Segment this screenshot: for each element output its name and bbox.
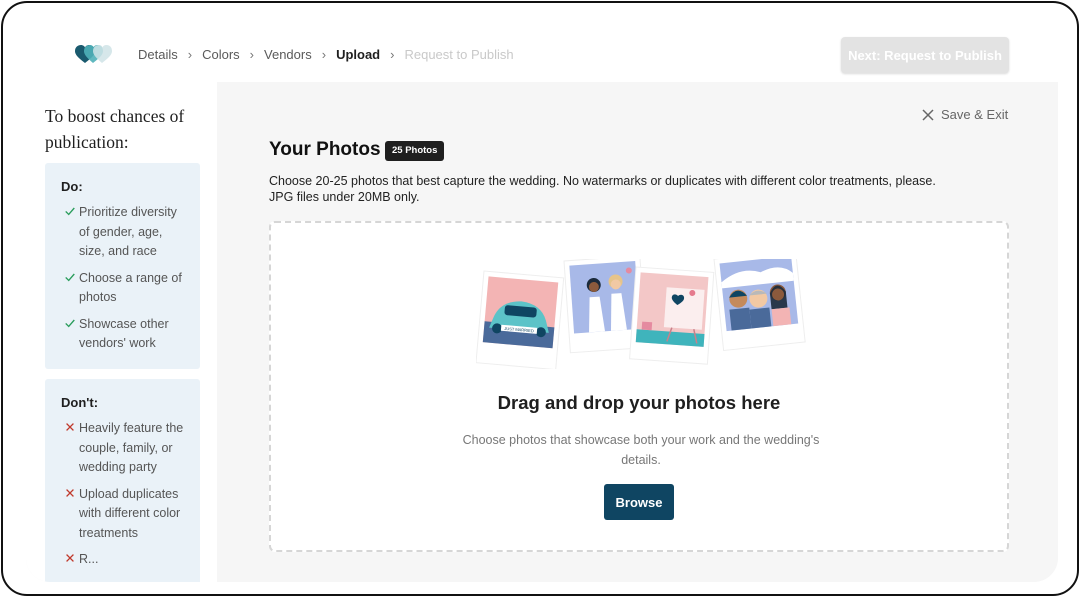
do-tip-text: Choose a range of photos xyxy=(79,270,182,305)
do-tips-box: Do: Prioritize diversity of gender, age,… xyxy=(45,163,200,369)
dropzone-subtitle: Choose photos that showcase both your wo… xyxy=(462,433,820,467)
check-icon xyxy=(65,273,75,281)
instructions-line-1: Choose 20-25 photos that best capture th… xyxy=(269,174,936,188)
breadcrumb-separator: › xyxy=(187,47,193,62)
do-tip-item: Showcase other vendors' work xyxy=(61,315,190,354)
dont-tip-text: R... xyxy=(79,552,99,566)
instructions-line-2: JPG files under 20MB only. xyxy=(269,190,420,204)
dont-tip-item: R... xyxy=(61,550,190,570)
dont-heading: Don't: xyxy=(61,395,99,410)
page-title: Your Photos xyxy=(269,139,381,160)
do-heading: Do: xyxy=(61,179,83,194)
breadcrumb-separator: › xyxy=(390,47,395,62)
breadcrumb-separator: › xyxy=(321,47,327,62)
browse-button[interactable]: Browse xyxy=(604,484,674,520)
breadcrumb-details[interactable]: Details xyxy=(138,47,178,62)
do-tip-text: Showcase other vendors' work xyxy=(79,316,169,351)
breadcrumb-request-to-publish: Request to Publish xyxy=(404,47,514,62)
save-exit-button[interactable]: Save & Exit xyxy=(922,107,1008,122)
do-tip-item: Choose a range of photos xyxy=(61,269,190,308)
app-window: Details › Colors › Vendors › Upload › Re… xyxy=(1,1,1079,596)
next-request-to-publish-button[interactable]: Next: Request to Publish xyxy=(841,37,1009,73)
cross-icon xyxy=(66,423,74,431)
wedding-car-photo: JUST MARRIED xyxy=(476,270,565,369)
breadcrumb-separator: › xyxy=(249,47,255,62)
cross-icon xyxy=(66,554,74,562)
dropzone-title: Drag and drop your photos here xyxy=(497,392,781,413)
close-icon xyxy=(922,108,934,121)
logo-icon[interactable] xyxy=(75,45,113,65)
cross-icon xyxy=(66,488,74,497)
photo-count-badge: 25 Photos xyxy=(385,141,445,161)
upload-instructions: Choose 20-25 photos that best capture th… xyxy=(269,173,989,205)
breadcrumb-colors[interactable]: Colors xyxy=(202,47,240,62)
dont-tip-text: Upload duplicates with different color t… xyxy=(79,486,181,540)
check-icon xyxy=(65,319,75,327)
sidebar-title: To boost chances of publication: xyxy=(45,106,185,152)
dont-tip-item: Upload duplicates with different color t… xyxy=(61,485,190,544)
breadcrumb-upload[interactable]: Upload xyxy=(336,47,380,62)
dont-tip-text: Heavily feature the couple, family, or w… xyxy=(79,421,184,474)
photo-dropzone[interactable]: JUST MARRIED Drag and drop your photos h… xyxy=(269,221,1009,552)
content-area: To boost chances of publication: Do: Pri… xyxy=(26,82,1058,582)
do-tip-text: Prioritize diversity of gender, age, siz… xyxy=(79,205,177,258)
breadcrumb: Details › Colors › Vendors › Upload › Re… xyxy=(138,47,514,62)
dont-tips-box: Don't: Heavily feature the couple, famil… xyxy=(45,379,200,582)
sidebar: To boost chances of publication: Do: Pri… xyxy=(26,82,217,582)
breadcrumb-vendors[interactable]: Vendors xyxy=(264,47,312,62)
heart-sign-photo xyxy=(629,266,715,365)
guests-photo xyxy=(713,259,806,352)
dont-tip-item: Heavily feature the couple, family, or w… xyxy=(61,419,190,478)
save-exit-label: Save & Exit xyxy=(941,107,1009,122)
do-tip-item: Prioritize diversity of gender, age, siz… xyxy=(61,203,190,262)
polaroid-photos-illustration: JUST MARRIED xyxy=(476,259,806,369)
check-icon xyxy=(65,207,75,216)
